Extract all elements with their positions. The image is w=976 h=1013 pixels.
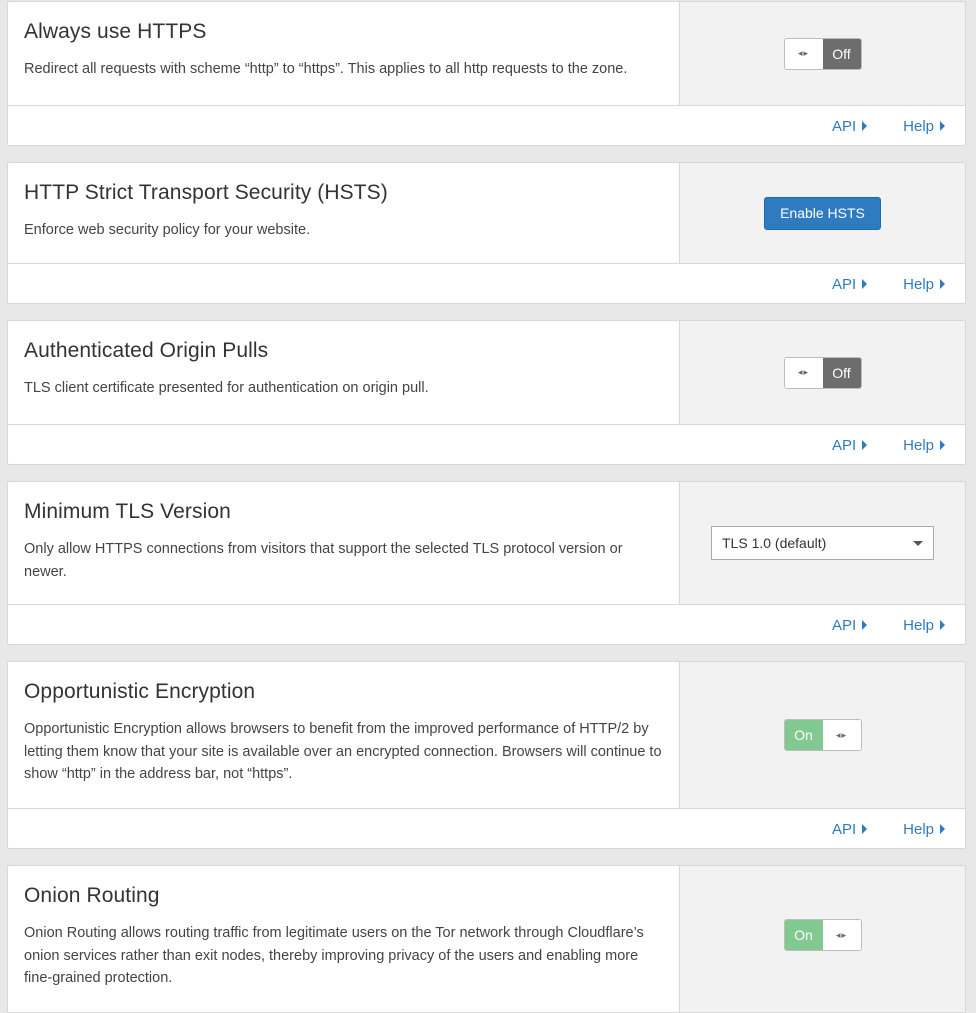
card-footer: API Help bbox=[8, 264, 965, 303]
help-link-label: Help bbox=[903, 275, 934, 293]
setting-title: Authenticated Origin Pulls bbox=[24, 339, 269, 362]
setting-title: Opportunistic Encryption bbox=[24, 680, 256, 703]
caret-right-icon bbox=[862, 440, 868, 450]
setting-title: HTTP Strict Transport Security (HSTS) bbox=[24, 181, 388, 204]
help-link-label: Help bbox=[903, 820, 934, 838]
toggle-state-label: On bbox=[784, 920, 823, 950]
toggle-handle-icon: ◂▸ bbox=[822, 720, 861, 750]
toggle-state-label: Off bbox=[822, 38, 861, 69]
setting-card-minimum-tls-version: Minimum TLS Version Only allow HTTPS con… bbox=[7, 481, 966, 645]
setting-title: Onion Routing bbox=[24, 884, 160, 907]
caret-right-icon bbox=[940, 279, 945, 289]
toggle-handle-icon: ◂▸ bbox=[822, 920, 861, 950]
setting-description: TLS client certificate presented for aut… bbox=[24, 380, 429, 396]
help-link[interactable]: Help bbox=[903, 276, 945, 293]
setting-card-authenticated-origin-pulls: Authenticated Origin Pulls TLS client ce… bbox=[7, 320, 966, 465]
caret-right-icon bbox=[940, 620, 945, 630]
caret-right-icon bbox=[940, 824, 945, 834]
help-link-label: Help bbox=[903, 616, 934, 634]
authenticated-origin-pulls-toggle[interactable]: ◂▸ Off bbox=[783, 356, 862, 389]
help-link-label: Help bbox=[903, 117, 934, 135]
card-footer: API Help bbox=[8, 106, 965, 145]
setting-card-opportunistic-encryption: Opportunistic Encryption Opportunistic E… bbox=[7, 661, 966, 849]
api-link[interactable]: API bbox=[831, 436, 868, 454]
help-link[interactable]: Help bbox=[903, 437, 945, 454]
api-link-label: API bbox=[831, 820, 857, 838]
api-link[interactable]: API bbox=[831, 117, 868, 135]
card-footer: API Help bbox=[8, 605, 965, 644]
always-use-https-toggle[interactable]: ◂▸ Off bbox=[783, 37, 862, 70]
setting-card-always-use-https: Always use HTTPS Redirect all requests w… bbox=[7, 1, 966, 146]
chevron-down-icon bbox=[913, 540, 923, 546]
api-link-label: API bbox=[831, 275, 857, 293]
api-link[interactable]: API bbox=[831, 616, 868, 634]
api-link-label: API bbox=[831, 117, 857, 135]
card-footer: API Help bbox=[8, 809, 965, 848]
toggle-state-label: On bbox=[784, 720, 823, 750]
setting-description: Onion Routing allows routing traffic fro… bbox=[24, 925, 644, 986]
api-link[interactable]: API bbox=[831, 275, 868, 293]
caret-right-icon bbox=[940, 121, 945, 131]
help-link-label: Help bbox=[903, 436, 934, 454]
help-link[interactable]: Help bbox=[903, 821, 945, 838]
api-link-label: API bbox=[831, 436, 857, 454]
api-link[interactable]: API bbox=[831, 820, 868, 838]
caret-right-icon bbox=[940, 440, 945, 450]
help-link[interactable]: Help bbox=[903, 118, 945, 135]
help-link[interactable]: Help bbox=[903, 617, 945, 634]
caret-right-icon bbox=[862, 121, 868, 131]
setting-description: Opportunistic Encryption allows browsers… bbox=[24, 721, 662, 782]
toggle-handle-icon: ◂▸ bbox=[784, 357, 823, 388]
setting-card-hsts: HTTP Strict Transport Security (HSTS) En… bbox=[7, 162, 966, 304]
toggle-handle-icon: ◂▸ bbox=[784, 38, 823, 69]
card-footer: API Help bbox=[8, 425, 965, 464]
setting-card-onion-routing: Onion Routing Onion Routing allows routi… bbox=[7, 865, 966, 1013]
enable-hsts-button[interactable]: Enable HSTS bbox=[764, 196, 881, 230]
caret-right-icon bbox=[862, 279, 868, 289]
setting-title: Minimum TLS Version bbox=[24, 500, 231, 523]
setting-description: Only allow HTTPS connections from visito… bbox=[24, 541, 623, 580]
toggle-state-label: Off bbox=[822, 357, 861, 388]
setting-description: Enforce web security policy for your web… bbox=[24, 222, 311, 238]
opportunistic-encryption-toggle[interactable]: On ◂▸ bbox=[783, 719, 862, 751]
caret-right-icon bbox=[862, 824, 868, 834]
select-value: TLS 1.0 (default) bbox=[722, 535, 827, 551]
caret-right-icon bbox=[862, 620, 868, 630]
onion-routing-toggle[interactable]: On ◂▸ bbox=[783, 919, 862, 951]
minimum-tls-version-select[interactable]: TLS 1.0 (default) bbox=[711, 526, 934, 560]
setting-title: Always use HTTPS bbox=[24, 20, 207, 43]
setting-description: Redirect all requests with scheme “http”… bbox=[24, 61, 628, 77]
api-link-label: API bbox=[831, 616, 857, 634]
